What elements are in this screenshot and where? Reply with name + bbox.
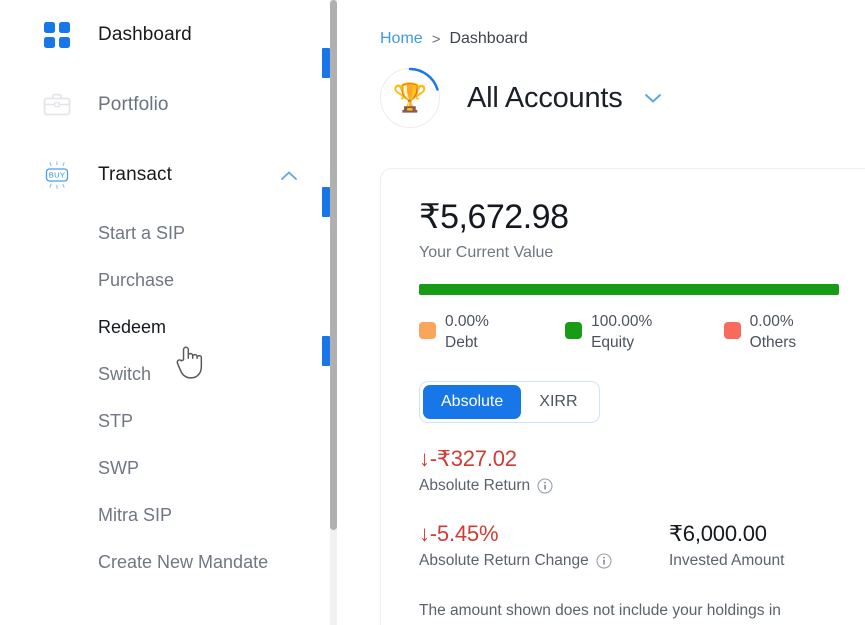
return-type-toggle: Absolute XIRR [419, 380, 600, 423]
absolute-return-label-row: Absolute Return [419, 477, 865, 495]
active-indicator-dashboard [322, 48, 330, 78]
legend-swatch-equity [565, 322, 583, 339]
absolute-return-change-label-row: Absolute Return Change [419, 552, 669, 570]
legend-name: Others [749, 333, 797, 351]
breadcrumb-current: Dashboard [449, 30, 528, 47]
absolute-return-change-label: Absolute Return Change [419, 551, 589, 569]
sidebar-item-label: Portfolio [98, 94, 169, 115]
grid-icon [40, 18, 74, 52]
svg-text:BUY: BUY [49, 171, 66, 180]
sidebar-item-label: Dashboard [98, 24, 192, 45]
sidebar-subitem-label: Purchase [98, 270, 175, 290]
active-indicator-redeem [322, 336, 330, 366]
legend-item-others: 0.00% Others [723, 312, 839, 354]
absolute-return-label: Absolute Return [419, 476, 531, 494]
toggle-xirr-button[interactable]: XIRR [521, 385, 595, 419]
sidebar-subitem-purchase[interactable]: Purchase [0, 257, 338, 304]
sidebar-subitem-label: Start a SIP [98, 223, 186, 243]
allocation-segment-equity [419, 284, 839, 295]
sidebar-nav-list: Dashboard Portfolio BUY Transact Start a… [0, 0, 338, 586]
sidebar-item-portfolio[interactable]: Portfolio [0, 70, 338, 140]
sidebar-subitem-start-a-sip[interactable]: Start a SIP [0, 210, 338, 257]
active-indicator-transact [322, 187, 330, 217]
sidebar-item-dashboard[interactable]: Dashboard [0, 0, 338, 70]
disclaimer-text: The amount shown does not include your h… [419, 601, 781, 619]
legend-item-debt: 0.00% Debt [419, 312, 565, 354]
chevron-down-icon[interactable] [643, 91, 663, 105]
current-value-label: Your Current Value [419, 244, 554, 261]
sidebar-subitem-create-new-mandate[interactable]: Create New Mandate [0, 539, 338, 586]
avatar: 🏆 [380, 67, 440, 128]
legend-percent: 0.00% [749, 313, 794, 330]
trophy-icon: 🏆 [392, 82, 428, 113]
sidebar-subitem-switch[interactable]: Switch [0, 351, 338, 398]
invested-amount-label: Invested Amount [669, 551, 785, 569]
sidebar: Dashboard Portfolio BUY Transact Start a… [0, 0, 338, 625]
absolute-return-block: ↓-₹327.02 Absolute Return [419, 446, 865, 495]
legend-percent: 100.00% [591, 313, 653, 330]
legend-item-equity: 100.00% Equity [565, 312, 724, 354]
sidebar-subitem-label: Switch [98, 364, 152, 384]
sidebar-item-label: Transact [98, 164, 173, 185]
legend-swatch-debt [419, 322, 436, 339]
buy-icon: BUY [40, 158, 74, 192]
account-selector[interactable]: 🏆 All Accounts [380, 67, 865, 128]
legend-percent: 0.00% [445, 313, 489, 330]
sidebar-subitem-label: Mitra SIP [98, 505, 173, 525]
info-icon[interactable] [537, 478, 553, 494]
legend-name: Equity [591, 333, 635, 351]
sidebar-subitem-label: Create New Mandate [98, 552, 269, 572]
sidebar-scrollbar-thumb[interactable] [330, 0, 337, 530]
sidebar-subitem-stp[interactable]: STP [0, 398, 338, 445]
breadcrumb-separator-icon: > [431, 30, 441, 48]
breadcrumb: Home > Dashboard [380, 30, 865, 48]
account-name: All Accounts [467, 81, 623, 114]
allocation-legend: 0.00% Debt 100.00% Equity 0.00% Others [419, 312, 839, 354]
allocation-bar [419, 284, 839, 295]
sidebar-subitem-swp[interactable]: SWP [0, 445, 338, 492]
return-change-row: ↓-5.45% Absolute Return Change ₹6,000.00… [419, 521, 865, 570]
sidebar-subitem-label: SWP [98, 458, 140, 478]
legend-name: Debt [445, 333, 478, 351]
sidebar-subitem-label: STP [98, 411, 134, 431]
app-root: Dashboard Portfolio BUY Transact Start a… [0, 0, 865, 625]
current-value: ₹5,672.98 [419, 198, 569, 236]
sidebar-item-transact[interactable]: BUY Transact [0, 140, 338, 210]
sidebar-subitem-redeem[interactable]: Redeem [0, 304, 338, 351]
main-content: Home > Dashboard 🏆 All Accounts ₹5,672.9… [338, 0, 865, 625]
legend-swatch-others [723, 322, 741, 339]
sidebar-subitem-label: Redeem [98, 317, 167, 337]
info-icon[interactable] [596, 553, 612, 569]
breadcrumb-home-link[interactable]: Home [380, 30, 423, 48]
sidebar-subitem-mitra-sip[interactable]: Mitra SIP [0, 492, 338, 539]
absolute-return-change-block: ↓-5.45% Absolute Return Change [419, 521, 669, 570]
chevron-up-icon[interactable] [280, 169, 298, 181]
absolute-return-change-value: ↓-5.45% [419, 520, 499, 546]
absolute-return-value: ↓-₹327.02 [419, 445, 517, 471]
invested-amount-block: ₹6,000.00 Invested Amount [669, 521, 784, 570]
invested-amount-value: ₹6,000.00 [669, 520, 767, 546]
portfolio-summary-card: ₹5,672.98 Your Current Value 0.00% Debt [380, 168, 865, 625]
briefcase-icon [40, 88, 74, 122]
toggle-absolute-button[interactable]: Absolute [423, 384, 522, 419]
